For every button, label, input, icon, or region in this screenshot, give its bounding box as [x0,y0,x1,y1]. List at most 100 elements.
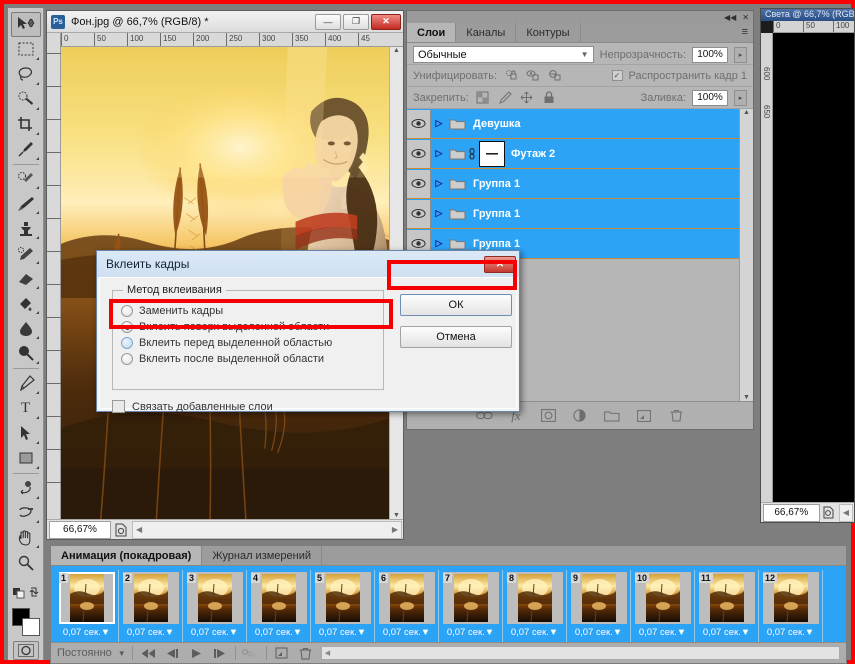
delete-layer-icon[interactable] [667,407,685,425]
select-next-frame-icon[interactable] [211,645,229,661]
frame-delay[interactable]: 0,07 сек.▼ [255,627,302,638]
expand-group-icon[interactable]: ▷ [431,178,447,189]
layer-row[interactable]: ▷ Группа 1 [407,169,739,199]
path-selection-tool[interactable] [11,421,41,446]
color-swatches[interactable] [11,607,41,637]
opacity-value[interactable]: 100% [692,46,728,63]
paste-frames-dialog[interactable]: Вклеить кадры ✕ Метод вклеивания Заменит… [96,250,520,413]
document-titlebar[interactable]: Ps Фон.jpg @ 66,7% (RGB/8) * — ❐ ✕ [47,11,403,33]
type-tool[interactable]: T [11,396,41,421]
brush-tool[interactable] [11,191,41,216]
new-layer-icon[interactable] [635,407,653,425]
scroll-up-arrow-icon[interactable]: ▲ [393,47,400,54]
frame-delay[interactable]: 0,07 сек.▼ [63,627,110,638]
history-brush-tool[interactable] [11,241,41,266]
layer-mask-icon[interactable] [539,407,557,425]
radio-icon[interactable] [121,305,133,317]
quick-selection-tool[interactable] [11,87,41,112]
frame-delay[interactable]: 0,07 сек.▼ [575,627,622,638]
lock-position-icon[interactable] [519,90,535,106]
default-colors-and-swap[interactable] [11,579,41,604]
layer-visibility-icon[interactable] [407,139,431,168]
quick-mask-toggle[interactable] [12,641,39,661]
layer-visibility-icon[interactable] [407,169,431,198]
expand-group-icon[interactable]: ▷ [431,118,447,129]
option-paste-over-selection[interactable]: Вклеить поверх выделенной области [113,319,383,335]
animation-frame[interactable]: 4 0,07 сек.▼ [247,570,311,642]
tween-frames-icon[interactable] [241,645,260,661]
frame-delay[interactable]: 0,07 сек.▼ [127,627,174,638]
blur-tool[interactable] [11,316,41,341]
layer-visibility-icon[interactable] [407,199,431,228]
duplicate-frame-icon[interactable] [273,645,291,661]
3d-rotate-tool[interactable] [11,476,41,501]
radio-icon[interactable] [121,337,133,349]
animation-frame[interactable]: 11 0,07 сек.▼ [695,570,759,642]
ok-button[interactable]: ОК [400,294,512,316]
animation-frame[interactable]: 3 0,07 сек.▼ [183,570,247,642]
dialog-close-button[interactable]: ✕ [484,255,516,273]
close-button[interactable]: ✕ [371,13,401,30]
propagate-frame-checkbox[interactable]: ✓ [611,70,623,81]
select-previous-frame-icon[interactable] [163,645,181,661]
expand-group-icon[interactable]: ▷ [431,238,447,249]
layer-row[interactable]: ▷ Футаж 2 [407,139,739,169]
frame-delay[interactable]: 0,07 сек.▼ [511,627,558,638]
link-added-layers-row[interactable]: Связать добавленные слои [112,400,273,413]
clone-stamp-tool[interactable] [11,216,41,241]
background-document-canvas[interactable] [773,33,854,502]
fill-value[interactable]: 100% [692,89,728,106]
frame-delay[interactable]: 0,07 сек.▼ [639,627,686,638]
tab-layers[interactable]: Слои [407,23,457,42]
scroll-right-arrow-icon[interactable]: ▶ [392,525,398,534]
mask-link-icon[interactable] [467,147,477,160]
animation-frame[interactable]: 8 0,07 сек.▼ [503,570,567,642]
frame-delay[interactable]: 0,07 сек.▼ [767,627,814,638]
tab-measurement-log[interactable]: Журнал измерений [202,546,323,565]
lasso-tool[interactable] [11,62,41,87]
unify-style-icon[interactable] [547,68,563,84]
frame-delay[interactable]: 0,07 сек.▼ [191,627,238,638]
background-status-scrollbar[interactable]: ◀ [838,503,853,522]
scroll-left-arrow-icon[interactable]: ◀ [136,525,142,534]
animation-frame[interactable]: 12 0,07 сек.▼ [759,570,823,642]
scroll-down-arrow-icon[interactable]: ▼ [393,512,400,519]
option-replace-frames[interactable]: Заменить кадры [113,303,383,319]
lock-image-pixels-icon[interactable] [497,90,513,106]
rectangular-marquee-tool[interactable] [11,37,41,62]
animation-frame[interactable]: 7 0,07 сек.▼ [439,570,503,642]
document-info-icon[interactable] [820,504,838,522]
zoom-level-field[interactable]: 66,67% [49,520,111,539]
fill-stepper[interactable]: ▸ [734,89,747,106]
animation-horizontal-scrollbar[interactable]: ◀ [320,646,840,660]
animation-frame[interactable]: 2 0,07 сек.▼ [119,570,183,642]
scroll-left-arrow-icon[interactable]: ◀ [325,649,330,657]
radio-icon[interactable] [121,353,133,365]
frame-delay[interactable]: 0,07 сек.▼ [703,627,750,638]
animation-frame[interactable]: 10 0,07 сек.▼ [631,570,695,642]
opacity-stepper[interactable]: ▸ [734,46,747,63]
play-animation-icon[interactable] [187,645,205,661]
layer-row[interactable]: ▷ Группа 1 [407,199,739,229]
select-first-frame-icon[interactable] [139,645,157,661]
expand-group-icon[interactable]: ▷ [431,208,447,219]
tab-channels[interactable]: Каналы [456,23,517,42]
frame-delay[interactable]: 0,07 сек.▼ [383,627,430,638]
pen-tool[interactable] [11,371,41,396]
background-zoom-level[interactable]: 66,67% [763,503,820,522]
move-tool[interactable] [10,12,41,37]
layer-list-scrollbar[interactable]: ▲ ▼ [739,109,753,401]
minimize-button[interactable]: — [315,13,341,30]
frame-delay[interactable]: 0,07 сек.▼ [447,627,494,638]
document-horizontal-scrollbar[interactable]: ◀ ▶ [132,520,402,539]
link-added-layers-checkbox[interactable] [112,400,125,413]
option-paste-after-selection[interactable]: Вклеить после выделенной области [113,351,383,367]
tab-paths[interactable]: Контуры [516,23,581,42]
option-paste-before-selection[interactable]: Вклеить перед выделенной областью [113,335,383,351]
scroll-down-arrow-icon[interactable]: ▼ [743,394,750,401]
expand-group-icon[interactable]: ▷ [431,148,447,159]
layer-mask-thumbnail[interactable] [479,140,505,167]
document-info-icon[interactable] [111,521,131,539]
animation-frame[interactable]: 9 0,07 сек.▼ [567,570,631,642]
eraser-tool[interactable] [11,266,41,291]
